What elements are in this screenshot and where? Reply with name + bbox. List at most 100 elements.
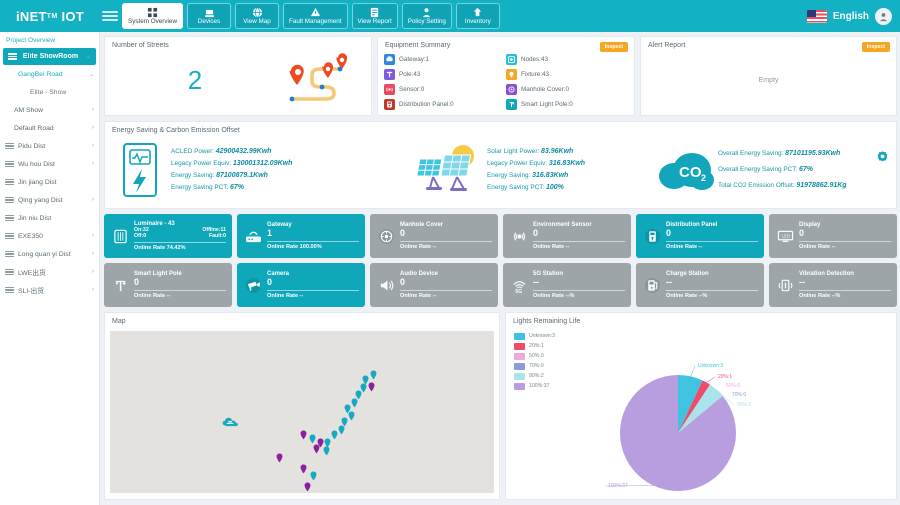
- tab-fault-management[interactable]: Fault Management: [283, 3, 348, 29]
- device-tile-name: Audio Device: [400, 270, 439, 277]
- sidebar-item-elite-show[interactable]: Elite - Show: [0, 83, 99, 101]
- map-pin[interactable]: [370, 367, 377, 380]
- tab-policy-setting[interactable]: Policy Setting: [401, 3, 452, 29]
- legend-item[interactable]: 100%:37: [514, 383, 555, 390]
- equipment-item-label: Smart Light Pole:0: [521, 101, 573, 108]
- map-canvas[interactable]: [110, 331, 494, 493]
- energy-metric-row: Total CO2 Emission Offset: 91978862.91Kg: [718, 178, 847, 194]
- tab-inventory[interactable]: Inventory: [455, 3, 500, 29]
- meter-illustration: [109, 141, 171, 199]
- device-tile-online-rate: Online Rate --: [533, 241, 625, 250]
- chevron-right-icon: ›: [92, 125, 94, 131]
- equipment-item[interactable]: Pole:43: [384, 69, 506, 80]
- sidebar-item-elite-showroom[interactable]: Elite ShowRoom ⌄: [3, 48, 96, 65]
- equipment-item[interactable]: Distribution Panel:0: [384, 99, 506, 110]
- sidebar-item-jin-niu-dist[interactable]: Jin niu Dist: [0, 209, 99, 227]
- tab-view-report[interactable]: View Report: [351, 3, 398, 29]
- tab-view-map[interactable]: View Map: [235, 3, 279, 29]
- sidebar-item-pidu-dist[interactable]: Pidu Dist ›: [0, 137, 99, 155]
- energy-metric-value: 87100879.1Kwh: [216, 172, 268, 179]
- equipment-item[interactable]: Smart Light Pole:0: [506, 99, 628, 110]
- sidebar-item-default-road[interactable]: Default Road ›: [0, 119, 99, 137]
- map-pin[interactable]: [344, 401, 351, 414]
- device-tile-display[interactable]: LED Display 0 Online Rate --: [769, 214, 897, 258]
- map-pin[interactable]: [300, 461, 307, 474]
- legend-item[interactable]: 90%:2: [514, 373, 555, 380]
- equipment-item[interactable]: Manhole Cover:0: [506, 84, 628, 95]
- device-tile-value: 0: [799, 228, 805, 239]
- tab-label: View Report: [357, 18, 392, 26]
- equipment-item[interactable]: Gateway:1: [384, 54, 506, 65]
- equipment-item[interactable]: Nodes:43: [506, 54, 628, 65]
- energy-metric-value: 100%: [545, 184, 564, 192]
- luminaire-icon: [110, 229, 130, 244]
- tab-label: Inventory: [464, 18, 491, 26]
- map-pin[interactable]: [310, 468, 317, 481]
- legend-item[interactable]: Unknown:3: [514, 333, 555, 340]
- map-pin[interactable]: [331, 427, 338, 440]
- device-tile-manhole-cover[interactable]: Manhole Cover 0 Online Rate --: [370, 214, 498, 258]
- map-cluster-icon[interactable]: [222, 415, 238, 427]
- map-pin[interactable]: [300, 427, 307, 440]
- device-tile-vibration-detection[interactable]: Vibration Detection -- Online Rate --%: [769, 263, 897, 307]
- legend-item[interactable]: 20%:1: [514, 343, 555, 350]
- device-tile-smart-light-pole[interactable]: Smart Light Pole 0 Online Rate --: [104, 263, 232, 307]
- user-avatar-icon[interactable]: [875, 7, 892, 25]
- sidebar-item-sli[interactable]: SLI-出货 ›: [0, 281, 99, 299]
- sidebar-item-wu-hou-dist[interactable]: Wu hou Dist ›: [0, 155, 99, 173]
- device-icon: [204, 8, 215, 18]
- dashboard-root: iNET TM IOT System Overview Devices View …: [0, 0, 900, 505]
- equipment-item[interactable]: Sensor:0: [384, 84, 506, 95]
- map-pin[interactable]: [313, 441, 320, 454]
- camera-icon: [243, 277, 263, 293]
- sidebar-item-am-show[interactable]: AM Show ›: [0, 101, 99, 119]
- device-tile-distribution-panel[interactable]: Distribution Panel 0 Online Rate --: [636, 214, 764, 258]
- logo-tm: TM: [46, 12, 58, 20]
- legend-swatch: [514, 343, 525, 350]
- legend-item[interactable]: 50%:0: [514, 353, 555, 360]
- map-pin[interactable]: [304, 479, 311, 492]
- svg-text:LED: LED: [781, 233, 789, 238]
- sidebar-item-qing-yang-dist[interactable]: Qing yang Dist ›: [0, 191, 99, 209]
- sidebar-item-jin-jiang-dist[interactable]: Jin jiang Dist: [0, 173, 99, 191]
- logo-text: iNET: [15, 8, 47, 24]
- device-tile-luminaire-43[interactable]: Luminaire - 43 On:32 Offline:11 Off:0 Fault:…: [104, 214, 232, 258]
- device-tile-camera[interactable]: Camera 0 Online Rate --: [237, 263, 365, 307]
- tab-devices[interactable]: Devices: [187, 3, 231, 29]
- device-tile-value: --: [533, 277, 539, 288]
- sidebar-item-exe350[interactable]: EXE350 ›: [0, 227, 99, 245]
- map-pin[interactable]: [323, 443, 330, 456]
- device-tile-gateway[interactable]: Gateway 1 Online Rate 100.00%: [237, 214, 365, 258]
- device-tile-online-rate: Online Rate --: [666, 241, 758, 250]
- energy-metric-label: Total CO2 Emission Offset:: [718, 182, 797, 190]
- device-tile-name: Display: [799, 221, 821, 228]
- energy-metric-value: 316.83Kwh: [532, 172, 569, 179]
- inspect-badge[interactable]: Inspect: [861, 42, 890, 52]
- sidebar-item-long-quan-yi-dist[interactable]: Long quan yi Dist ›: [0, 245, 99, 263]
- device-tile-value: --: [666, 277, 672, 288]
- map-pin[interactable]: [368, 379, 375, 392]
- device-tile-name: Vibration Detection: [799, 270, 854, 277]
- svg-text:50%:0: 50%:0: [726, 383, 740, 389]
- inspect-badge[interactable]: Inspect: [599, 42, 628, 52]
- equipment-item[interactable]: Fixture:43: [506, 69, 628, 80]
- map-pin[interactable]: [276, 450, 283, 463]
- sidebar-item-label: GangBei Road: [18, 70, 63, 78]
- legend-label: 70%:0: [529, 362, 544, 369]
- device-tile-charge-station[interactable]: Charge Station -- Online Rate --%: [636, 263, 764, 307]
- language-label[interactable]: English: [833, 11, 869, 22]
- device-tile-environment-sensor[interactable]: Environment Sensor 0 Online Rate --: [503, 214, 631, 258]
- manhole-icon: [506, 84, 517, 95]
- legend-item[interactable]: 70%:0: [514, 363, 555, 370]
- device-tile-5g-station[interactable]: 5G 5G Station -- Online Rate --%: [503, 263, 631, 307]
- hamburger-icon[interactable]: [102, 0, 118, 32]
- tab-system-overview[interactable]: System Overview: [122, 3, 183, 29]
- settings-gear-icon[interactable]: [876, 150, 889, 168]
- device-tile-audio-device[interactable]: Audio Device 0 Online Rate --: [370, 263, 498, 307]
- sidebar-item-gangbei-road[interactable]: GangBei Road ⌄: [0, 65, 99, 83]
- sidebar-item-lwe[interactable]: LWE出货 ›: [0, 263, 99, 281]
- map-pin[interactable]: [341, 414, 348, 427]
- device-tile-value: 1: [267, 228, 273, 239]
- dist-panel-icon: [642, 228, 662, 245]
- map-pin[interactable]: [309, 431, 316, 444]
